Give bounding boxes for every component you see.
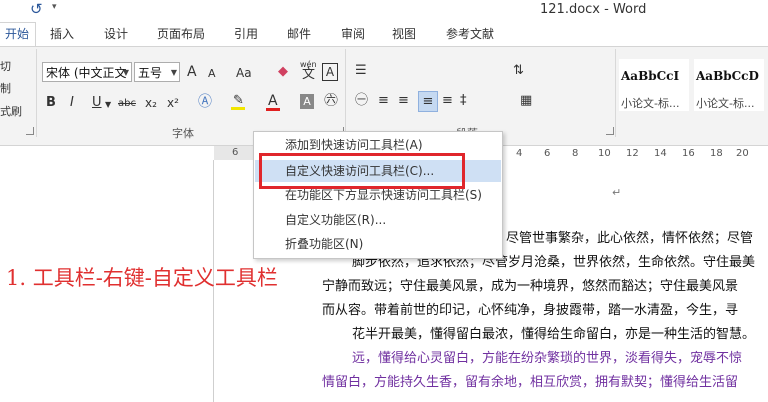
font-color-bar [266,108,280,111]
undo-icon[interactable]: ↺ [30,0,46,18]
document-line: 尽管世事繁杂，此心依然，情怀依然；尽管 [506,231,754,246]
ribbon-tabs: 开始 插入 设计 页面布局 引用 邮件 审阅 视图 参考文献 [0,22,768,47]
paragraph-mark: ↵ [612,186,622,199]
strikethrough-button[interactable]: abc [118,96,136,112]
font-size-combo[interactable]: 五号 ▼ [134,62,180,82]
ruler-label: 6 [232,147,239,158]
borders-icon[interactable]: ▦ [520,93,532,109]
document-line: 远，懂得给心灵留白，方能在纷杂繁琐的世界，淡看得失，宠辱不惊 [352,351,743,366]
tab-references[interactable]: 引用 [234,26,258,42]
ruler-tick: 10 [598,148,611,159]
ruler-tick: 14 [654,148,667,159]
ruler-tick: 16 [682,148,695,159]
group-separator [615,49,616,137]
red-highlight-box [259,153,465,189]
ruler-tick: 8 [572,148,579,159]
char-border-button[interactable]: A [322,63,338,81]
ruler-tick: 18 [710,148,723,159]
highlight-color-bar [231,107,245,110]
font-name-value: 宋体 (中文正文 [46,66,127,80]
style-preview: AaBbCcD [696,69,759,83]
tab-bibliography[interactable]: 参考文献 [446,26,494,42]
group-separator [345,49,346,137]
document-line: 情留白，方能持久生香，留有余地，相互欣赏，拥有默契；懂得给生活留 [322,375,739,390]
document-line: 宁静而致远；守住最美风景，成为一种境界，悠然而豁达；守住最美风景 [322,279,739,294]
clipboard-launcher-icon[interactable] [26,127,34,135]
align-center-icon[interactable]: ≡ [398,93,409,109]
distributed-icon[interactable]: ≡ [442,93,453,109]
format-painter-label[interactable]: 式刷 [0,103,22,119]
title-bar: ↺ ▾ 121.docx - Word [0,0,768,22]
ruler-tick: 12 [626,148,639,159]
tab-design[interactable]: 设计 [104,26,128,42]
underline-button[interactable]: U [92,95,102,111]
subscript-button[interactable]: x₂ [145,95,157,111]
menu-item-customize-ribbon[interactable]: 自定义功能区(R)... [255,209,501,231]
change-case-button[interactable]: Aa [236,65,252,81]
group-separator [36,49,37,137]
asian-layout-icon[interactable]: ㊀ [355,93,368,109]
font-size-value: 五号 [138,66,163,80]
copy-label[interactable]: 制 [0,80,11,96]
font-group-label: 字体 [172,127,194,140]
grow-font-button[interactable]: A [187,64,197,80]
tab-review[interactable]: 审阅 [341,26,365,42]
tab-home[interactable]: 开始 [0,22,37,47]
document-line: 而从容。带着前世的印记，心怀纯净，身披霞带，踏一水清盈，今生，寻 [322,303,739,318]
clear-format-icon[interactable]: ◆ [278,64,288,80]
ruler-tick: 6 [544,148,551,159]
font-name-combo[interactable]: 宋体 (中文正文 ▼ [42,62,132,82]
ruler-tick: 4 [516,148,523,159]
style-name: 小论文-标... [696,97,755,110]
phonetic-guide-button[interactable]: 文 [302,67,315,83]
annotation-caption: 1. 工具栏-右键-自定义工具栏 [6,266,278,290]
justify-icon[interactable]: ≡ [418,91,438,112]
bold-button[interactable]: B [46,95,56,111]
sort-icon[interactable]: ⇅ [513,63,524,79]
context-menu: 添加到快速访问工具栏(A) 自定义快速访问工具栏(C)... 在功能区下方显示快… [253,131,503,259]
font-color-icon[interactable]: A [268,93,278,109]
style-preview: AaBbCcI [621,69,680,83]
superscript-button[interactable]: x² [167,95,179,111]
qat-dropdown-icon[interactable]: ▾ [52,2,57,12]
align-left-icon[interactable]: ≡ [378,93,389,109]
cut-label[interactable]: 切 [0,58,11,74]
char-shading-icon[interactable]: A [300,94,314,109]
tab-layout[interactable]: 页面布局 [157,26,205,42]
chevron-down-icon: ▼ [122,68,129,77]
ruler-page-section: 2 4 6 8 10 12 14 16 18 20 [478,146,768,161]
style-gallery-item[interactable]: AaBbCcI 小论文-标... [619,59,689,111]
style-name: 小论文-标... [621,97,680,110]
tab-mailings[interactable]: 邮件 [287,26,311,42]
text-effects-icon[interactable]: Ⓐ [198,94,212,110]
line-spacing-icon[interactable]: ‡ [460,93,467,109]
chevron-down-icon: ▼ [170,68,177,77]
menu-item-collapse-ribbon[interactable]: 折叠功能区(N) [255,233,501,255]
paragraph-launcher-icon[interactable] [606,127,614,135]
enclose-char-icon[interactable]: ㊅ [324,93,338,109]
style-gallery-item[interactable]: AaBbCcD 小论文-标... [694,59,764,111]
tab-insert[interactable]: 插入 [50,26,74,42]
tab-view[interactable]: 视图 [392,26,416,42]
bullets-icon[interactable]: ☰ [355,63,367,79]
window-title: 121.docx - Word [540,2,647,17]
document-line: 花半开最美，懂得留白最浓，懂得给生命留白，亦是一种生活的智慧。 [352,327,756,342]
italic-button[interactable]: I [70,95,74,111]
ruler-tick: 20 [736,148,749,159]
chevron-down-icon[interactable]: ▼ [105,97,111,113]
shrink-font-button[interactable]: A [208,66,216,82]
